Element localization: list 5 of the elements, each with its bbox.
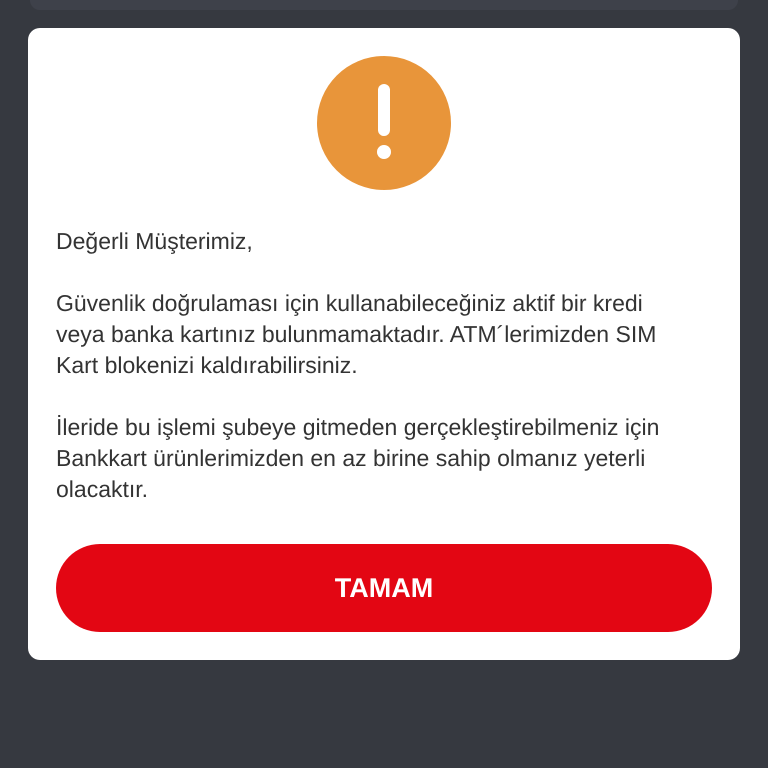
warning-icon xyxy=(317,56,451,190)
ok-button[interactable]: TAMAM xyxy=(56,544,712,632)
message-paragraph: Güvenlik doğrulaması için kullanabileceğiniz aktif bir kredi veya banka kartınız bulunmamaktadır. ATM´lerimizden SIM Kart blokenizi kaldırabilirsiniz. xyxy=(56,289,658,380)
message-paragraph: İleride bu işlemi şubeye gitmeden gerçekleştirebilmeniz için Bankkart ürünlerimizden en az birine sahip olmanız yeterli olacaktır. xyxy=(56,413,660,504)
greeting-text: Değerli Müşterimiz, xyxy=(56,227,254,256)
